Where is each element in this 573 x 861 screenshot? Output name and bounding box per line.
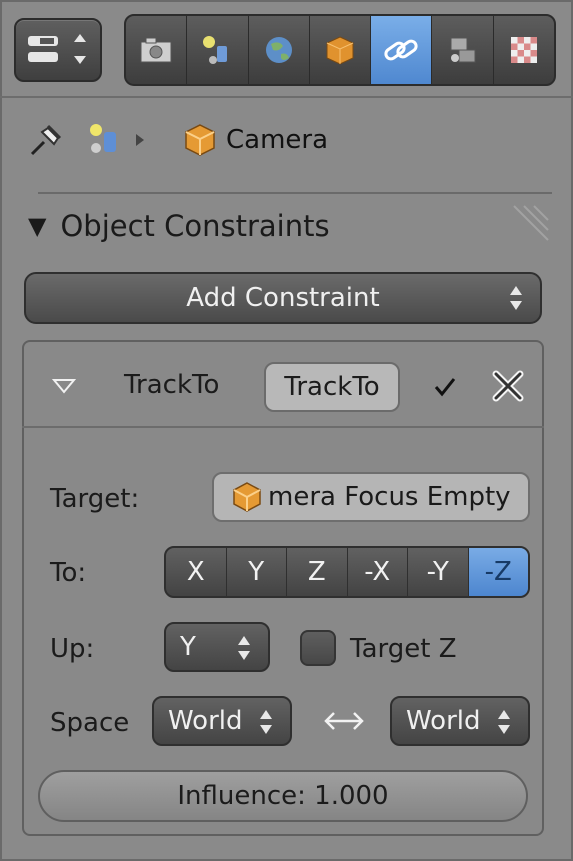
editor-type-icon [28,34,86,64]
owner-space-dropdown[interactable]: World [152,696,292,746]
up-label: Up: [50,634,95,664]
object-icon [233,482,261,512]
tab-render[interactable] [126,16,188,84]
object-icon [185,124,215,156]
updown-arrows-icon [510,286,522,310]
axis-y-button[interactable]: Y [227,548,287,596]
double-arrow-icon [324,712,364,730]
pin-icon[interactable] [24,118,68,162]
scene-icon [203,36,228,64]
header-divider [0,96,573,98]
constraint-link-icon [384,39,418,61]
updown-arrows-icon [238,636,250,660]
up-axis-value: Y [180,632,196,662]
axis-neg-z-button[interactable]: -Z [468,548,528,596]
scene-icon [90,124,116,153]
add-constraint-button[interactable]: Add Constraint [24,272,542,324]
tab-world[interactable] [249,16,310,84]
tab-modifiers[interactable] [432,16,494,84]
editor-type-menu[interactable] [14,18,102,82]
world-icon [265,37,292,63]
tab-scene[interactable] [187,16,249,84]
constraint-name-field[interactable]: TrackTo [264,362,400,412]
track-axis-group: X Y Z -X -Y -Z [164,546,530,598]
influence-slider[interactable]: Influence: 1.000 [38,770,528,822]
axis-x-button[interactable]: X [166,548,227,596]
target-z-label: Target Z [350,634,457,664]
checkmark-icon [434,378,456,397]
target-label: Target: [50,484,140,514]
target-space-dropdown[interactable]: World [390,696,530,746]
collapse-triangle-icon: ▼ [28,212,47,240]
tab-constraints[interactable] [371,16,433,84]
target-z-checkbox[interactable] [300,630,336,666]
owner-space-value: World [168,706,243,736]
updown-arrows-icon [498,710,510,734]
axis-z-button[interactable]: Z [287,548,348,596]
section-header[interactable]: ▼ Object Constraints [28,204,330,248]
section-divider [38,192,552,194]
object-icon [326,36,354,65]
breadcrumb: Camera [24,112,544,168]
render-camera-icon [140,37,172,63]
chevron-right-icon [136,134,144,146]
to-label: To: [50,558,87,588]
close-icon[interactable] [490,368,526,404]
tab-object[interactable] [310,16,372,84]
modifiers-icon [450,37,476,63]
target-space-value: World [406,706,481,736]
axis-neg-y-button[interactable]: -Y [408,548,469,596]
tab-texture[interactable] [494,16,554,84]
updown-arrows-icon [260,710,272,734]
up-axis-dropdown[interactable]: Y [164,622,270,672]
section-title: Object Constraints [60,209,330,243]
drag-grip-icon[interactable] [508,200,554,246]
space-label: Space [50,708,130,738]
properties-tabs [124,14,556,86]
axis-neg-x-button[interactable]: -X [348,548,408,596]
constraint-type-label: TrackTo [124,370,220,400]
add-constraint-label: Add Constraint [186,283,380,313]
target-value: mera Focus Empty [268,482,511,512]
constraint-collapse-icon[interactable] [52,378,76,394]
target-field[interactable]: mera Focus Empty [212,472,530,522]
breadcrumb-object-name: Camera [226,125,329,155]
texture-icon [510,37,537,63]
constraint-enable-checkbox[interactable] [428,372,462,402]
